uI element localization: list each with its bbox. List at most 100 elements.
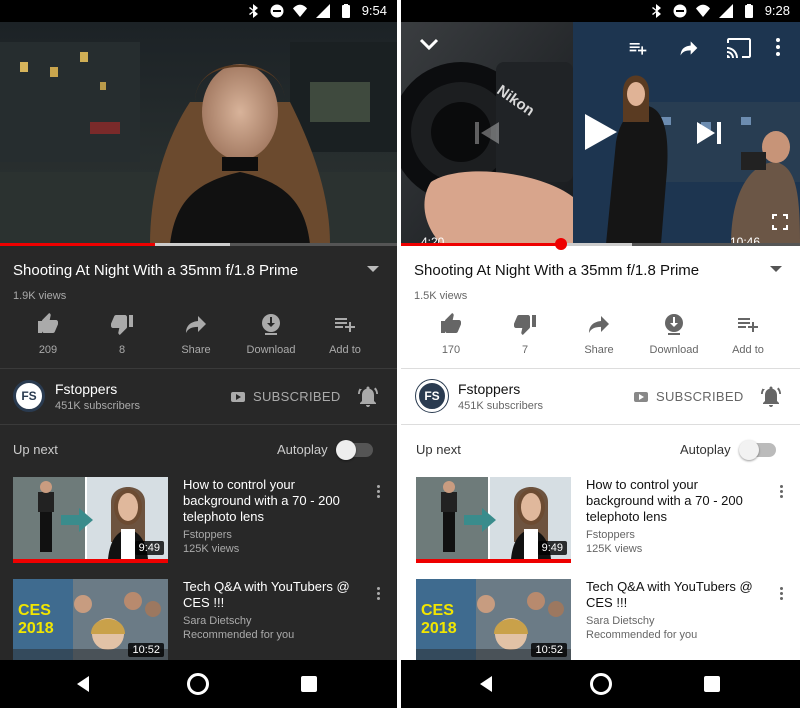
view-count: 1.9K views: [13, 290, 67, 302]
download-label: Download: [246, 344, 296, 356]
divider: [401, 368, 800, 369]
video-thumbnail[interactable]: CES 2018 10:52: [416, 579, 571, 661]
fullscreen-icon: [772, 214, 788, 230]
progress-played: [401, 243, 561, 246]
dislike-count: 7: [521, 344, 529, 356]
divider: [401, 424, 800, 425]
channel-avatar[interactable]: FS: [415, 379, 449, 413]
dislike-button[interactable]: 8: [87, 312, 157, 356]
autoplay-toggle[interactable]: [739, 440, 776, 460]
rec-channel: Sara Dietschy: [183, 615, 252, 627]
view-count: 1.5K views: [414, 290, 468, 302]
share-overlay-button[interactable]: [678, 38, 700, 63]
status-bar: 9:54: [0, 0, 397, 22]
expand-description-icon[interactable]: [770, 266, 782, 272]
channel-name[interactable]: Fstoppers: [458, 381, 520, 397]
back-icon[interactable]: [77, 676, 89, 692]
subscriber-count: 451K subscribers: [55, 400, 140, 412]
channel-name[interactable]: Fstoppers: [55, 381, 117, 397]
add-to-button[interactable]: Add to: [310, 312, 380, 356]
more-options-icon[interactable]: [377, 587, 383, 603]
watched-progress-bar: [416, 559, 571, 563]
light-theme-screen: 9:28 Nikon 4:20 10:46 Shooting At Night …: [401, 0, 800, 708]
playlist-add-icon: [738, 318, 758, 332]
bell-icon: [358, 386, 378, 407]
like-count: 170: [441, 344, 461, 356]
status-time: 9:28: [764, 3, 790, 18]
status-time: 9:54: [361, 3, 387, 18]
fullscreen-button[interactable]: [772, 214, 788, 235]
list-item[interactable]: 9:49 How to control your background with…: [416, 477, 786, 565]
more-options-overlay-button[interactable]: [775, 38, 781, 61]
rec-channel: Sara Dietschy: [586, 615, 655, 627]
notification-bell-button[interactable]: [761, 385, 781, 407]
home-icon[interactable]: [590, 673, 612, 695]
previous-button[interactable]: [475, 122, 499, 149]
download-button[interactable]: Download: [236, 312, 306, 356]
rec-title[interactable]: Tech Q&A with YouTubers @ CES !!!: [586, 579, 766, 611]
video-thumbnail[interactable]: CES 2018 10:52: [13, 579, 168, 661]
playlist-add-icon: [335, 318, 355, 332]
subscribed-button[interactable]: SUBSCRIBED: [634, 389, 744, 404]
thumbnail-text-year: 2018: [18, 620, 54, 637]
autoplay-toggle[interactable]: [336, 440, 373, 460]
cast-button[interactable]: [727, 38, 751, 63]
divider: [0, 368, 397, 369]
dislike-button[interactable]: 7: [490, 312, 560, 356]
video-frame: [0, 22, 397, 244]
video-thumbnail[interactable]: 9:49: [416, 477, 571, 559]
add-to-button[interactable]: Add to: [713, 312, 783, 356]
status-bar: 9:28: [401, 0, 800, 22]
autoplay-label: Autoplay: [277, 442, 328, 457]
do-not-disturb-icon: [673, 4, 687, 17]
rec-channel: Fstoppers: [183, 529, 232, 541]
video-progress-bar[interactable]: [0, 243, 397, 246]
add-to-playlist-overlay-button[interactable]: [627, 38, 649, 63]
subscribed-button[interactable]: SUBSCRIBED: [231, 389, 341, 404]
home-icon[interactable]: [187, 673, 209, 695]
minimize-button[interactable]: [419, 38, 439, 57]
recents-icon[interactable]: [301, 676, 317, 692]
download-button[interactable]: Download: [639, 312, 709, 356]
video-thumbnail[interactable]: 9:49: [13, 477, 168, 559]
dark-theme-screen: 9:54 Shooting At Night With a 35mm f/1.8…: [0, 0, 397, 708]
skip-next-icon: [697, 122, 721, 144]
android-nav-bar: [401, 660, 800, 708]
video-duration: 10:52: [128, 643, 164, 657]
list-item[interactable]: CES 2018 10:52 Tech Q&A with YouTubers @…: [416, 579, 786, 667]
rec-title[interactable]: How to control your background with a 70…: [586, 477, 766, 525]
share-icon: [680, 41, 698, 56]
more-options-icon[interactable]: [780, 485, 786, 501]
share-button[interactable]: Share: [564, 312, 634, 356]
thumbs-down-icon: [514, 315, 536, 335]
skip-previous-icon: [475, 122, 499, 144]
list-item[interactable]: CES 2018 10:52 Tech Q&A with YouTubers @…: [13, 579, 383, 667]
list-item[interactable]: 9:49 How to control your background with…: [13, 477, 383, 565]
next-button[interactable]: [697, 122, 721, 149]
video-title: Shooting At Night With a 35mm f/1.8 Prim…: [13, 262, 299, 279]
like-button[interactable]: 209: [13, 312, 83, 356]
play-button[interactable]: [585, 114, 617, 155]
expand-description-icon[interactable]: [367, 266, 379, 272]
video-player[interactable]: Nikon 4:20 10:46: [401, 22, 800, 244]
rec-title[interactable]: Tech Q&A with YouTubers @ CES !!!: [183, 579, 363, 611]
more-options-icon[interactable]: [780, 587, 786, 603]
video-duration: 9:49: [134, 541, 164, 555]
recents-icon[interactable]: [704, 676, 720, 692]
cast-icon: [727, 38, 751, 58]
back-icon[interactable]: [480, 676, 492, 692]
video-player[interactable]: [0, 22, 397, 244]
bluetooth-icon: [651, 3, 661, 18]
like-button[interactable]: 170: [416, 312, 486, 356]
share-button[interactable]: Share: [161, 312, 231, 356]
scrubber-handle[interactable]: [554, 238, 567, 250]
notification-bell-button[interactable]: [358, 385, 378, 407]
channel-avatar[interactable]: FS: [13, 380, 45, 412]
rec-views: Recommended for you: [183, 629, 295, 641]
rec-channel: Fstoppers: [586, 529, 635, 541]
video-progress-bar[interactable]: [401, 238, 800, 250]
play-icon: [585, 114, 617, 150]
more-options-icon[interactable]: [377, 485, 383, 501]
subscribed-label: SUBSCRIBED: [656, 389, 744, 404]
rec-title[interactable]: How to control your background with a 70…: [183, 477, 363, 525]
